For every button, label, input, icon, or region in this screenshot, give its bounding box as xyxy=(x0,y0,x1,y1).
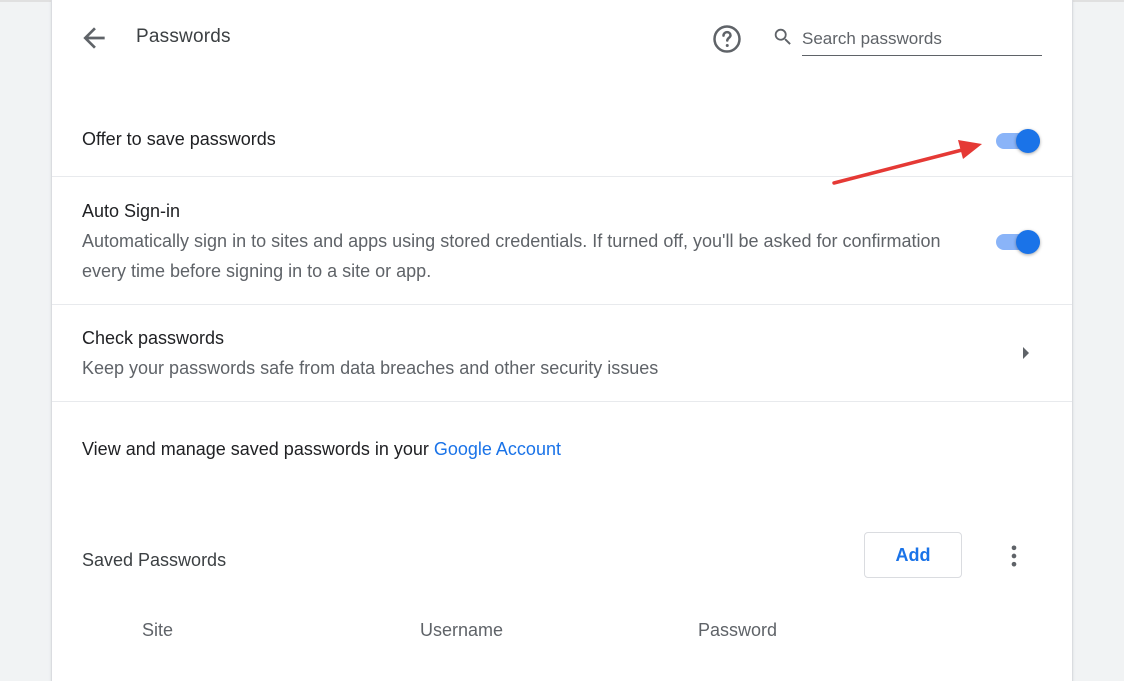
search-icon xyxy=(774,28,791,45)
arrow-back-icon xyxy=(83,27,105,49)
passwords-card: Passwords Offer to save passwords xyxy=(52,0,1072,681)
page-title: Passwords xyxy=(136,26,231,47)
auto-signin-toggle[interactable] xyxy=(994,228,1042,254)
offer-save-label: Offer to save passwords xyxy=(82,129,276,149)
toggle-knob xyxy=(1016,230,1040,254)
google-account-link[interactable]: Google Account xyxy=(434,439,561,459)
offer-save-row: Offer to save passwords xyxy=(52,100,1072,177)
toggle-knob xyxy=(1016,129,1040,153)
offer-save-toggle[interactable] xyxy=(994,127,1042,153)
column-header-site: Site xyxy=(142,620,174,640)
saved-passwords-heading: Saved Passwords xyxy=(82,550,227,570)
manage-passwords-text: View and manage saved passwords in your … xyxy=(82,439,561,460)
search-input[interactable] xyxy=(802,22,1042,56)
check-passwords-label: Check passwords xyxy=(82,328,225,348)
back-button[interactable] xyxy=(78,22,110,54)
more-vert-icon xyxy=(1011,545,1017,567)
auto-signin-row: Auto Sign-in Automatically sign in to si… xyxy=(52,177,1072,305)
help-icon xyxy=(713,25,741,53)
check-passwords-description: Keep your passwords safe from data breac… xyxy=(82,358,659,378)
column-header-username: Username xyxy=(420,620,504,640)
auto-signin-description: Automatically sign in to sites and apps … xyxy=(82,231,941,281)
manage-passwords-prefix: View and manage saved passwords in your xyxy=(82,439,434,459)
chevron-right-icon xyxy=(1023,347,1029,359)
page-header: Passwords xyxy=(52,0,1072,76)
help-button[interactable] xyxy=(712,24,742,54)
add-password-button[interactable]: Add xyxy=(864,532,962,578)
page: Passwords Offer to save passwords xyxy=(0,0,1124,681)
check-passwords-row[interactable]: Check passwords Keep your passwords safe… xyxy=(52,305,1072,402)
auto-signin-label: Auto Sign-in xyxy=(82,201,181,221)
search-box xyxy=(772,22,1042,58)
more-actions-button[interactable] xyxy=(1000,542,1028,570)
column-header-password: Password xyxy=(698,620,778,640)
